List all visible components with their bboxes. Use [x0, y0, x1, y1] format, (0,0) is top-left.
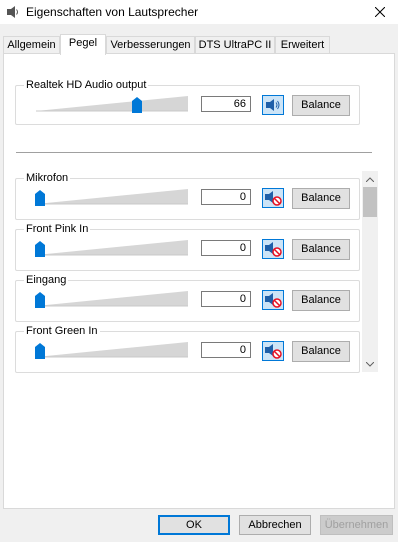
input-label-mikrofon: Mikrofon — [24, 172, 71, 185]
input-label-eingang: Eingang — [24, 274, 69, 287]
speaker-app-icon — [6, 5, 20, 19]
cancel-button[interactable]: Abbrechen — [239, 515, 311, 535]
close-icon — [375, 7, 385, 17]
apply-button[interactable]: Übernehmen — [320, 515, 393, 535]
mikrofon-balance-button[interactable]: Balance — [292, 188, 350, 209]
ok-button[interactable]: OK — [158, 515, 230, 535]
section-divider — [16, 152, 372, 153]
tab-verbesserungen[interactable]: Verbesserungen — [106, 36, 195, 53]
eingang-volume-value[interactable]: 0 — [201, 291, 251, 307]
output-volume-value[interactable]: 66 — [201, 96, 251, 112]
input-label-front-pink-in: Front Pink In — [24, 223, 91, 236]
eingang-mute-button[interactable] — [262, 290, 284, 310]
close-button[interactable] — [362, 0, 398, 24]
speaker-icon — [266, 99, 280, 111]
front-pink-in-volume-slider[interactable] — [34, 238, 190, 258]
front-green-in-volume-value[interactable]: 0 — [201, 342, 251, 358]
speaker-muted-icon — [265, 191, 282, 206]
output-device-label: Realtek HD Audio output — [24, 79, 149, 92]
chevron-down-icon — [366, 361, 374, 367]
front-green-in-mute-button[interactable] — [262, 341, 284, 361]
front-green-in-slider-thumb[interactable] — [35, 343, 45, 359]
window-title: Eigenschaften von Lautsprecher — [26, 5, 199, 19]
eingang-balance-button[interactable]: Balance — [292, 290, 350, 311]
scroll-thumb[interactable] — [363, 187, 377, 217]
mikrofon-mute-button[interactable] — [262, 188, 284, 208]
tab-dts-ultrapc[interactable]: DTS UltraPC II — [195, 36, 275, 53]
front-pink-in-mute-button[interactable] — [262, 239, 284, 259]
speaker-muted-icon — [265, 293, 282, 308]
eingang-slider-thumb[interactable] — [35, 292, 45, 308]
front-green-in-volume-slider[interactable] — [34, 340, 190, 360]
scroll-down-arrow[interactable] — [362, 356, 378, 372]
scroll-up-arrow[interactable] — [362, 171, 378, 187]
front-pink-in-balance-button[interactable]: Balance — [292, 239, 350, 260]
output-volume-slider[interactable] — [34, 94, 190, 114]
eingang-volume-slider[interactable] — [34, 289, 190, 309]
title-bar: Eigenschaften von Lautsprecher — [0, 0, 398, 24]
mikrofon-volume-slider[interactable] — [34, 187, 190, 207]
front-pink-in-slider-thumb[interactable] — [35, 241, 45, 257]
mikrofon-slider-thumb[interactable] — [35, 190, 45, 206]
tab-erweitert[interactable]: Erweitert — [275, 36, 330, 53]
tab-pegel[interactable]: Pegel — [60, 34, 106, 55]
output-balance-button[interactable]: Balance — [292, 95, 350, 116]
speaker-muted-icon — [265, 344, 282, 359]
chevron-up-icon — [366, 176, 374, 182]
tab-allgemein[interactable]: Allgemein — [3, 36, 60, 53]
output-mute-button[interactable] — [262, 95, 284, 115]
front-pink-in-volume-value[interactable]: 0 — [201, 240, 251, 256]
mikrofon-volume-value[interactable]: 0 — [201, 189, 251, 205]
input-label-front-green-in: Front Green In — [24, 325, 100, 338]
output-slider-thumb[interactable] — [132, 97, 142, 113]
inputs-scrollbar[interactable] — [362, 171, 378, 372]
speaker-muted-icon — [265, 242, 282, 257]
front-green-in-balance-button[interactable]: Balance — [292, 341, 350, 362]
